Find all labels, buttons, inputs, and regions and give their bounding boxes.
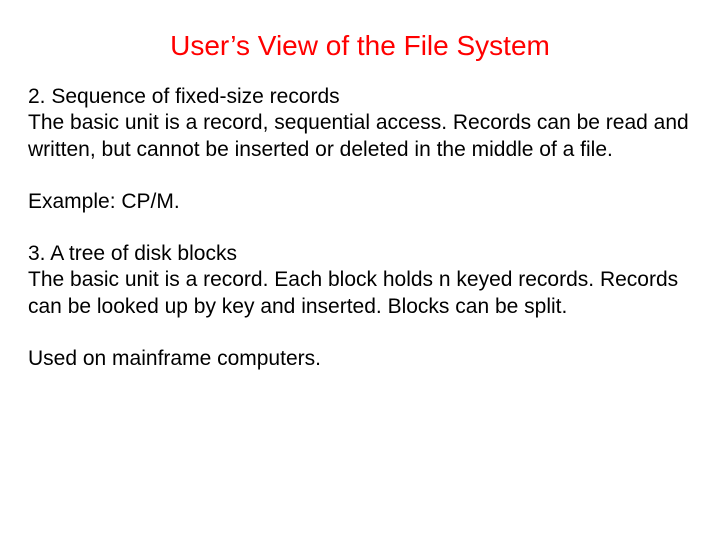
slide: User’s View of the File System 2. Sequen… bbox=[0, 0, 720, 540]
slide-title: User’s View of the File System bbox=[28, 30, 692, 62]
section-3-body: The basic unit is a record. Each block h… bbox=[28, 267, 692, 320]
section-3-note: Used on mainframe computers. bbox=[28, 346, 692, 372]
section-3: 3. A tree of disk blocks The basic unit … bbox=[28, 241, 692, 320]
section-3-heading: 3. A tree of disk blocks bbox=[28, 241, 692, 267]
section-2-body: The basic unit is a record, sequential a… bbox=[28, 110, 692, 163]
slide-body: 2. Sequence of fixed-size records The ba… bbox=[28, 84, 692, 372]
section-2-heading: 2. Sequence of fixed-size records bbox=[28, 84, 692, 110]
section-2-example: Example: CP/M. bbox=[28, 189, 692, 215]
section-2: 2. Sequence of fixed-size records The ba… bbox=[28, 84, 692, 163]
